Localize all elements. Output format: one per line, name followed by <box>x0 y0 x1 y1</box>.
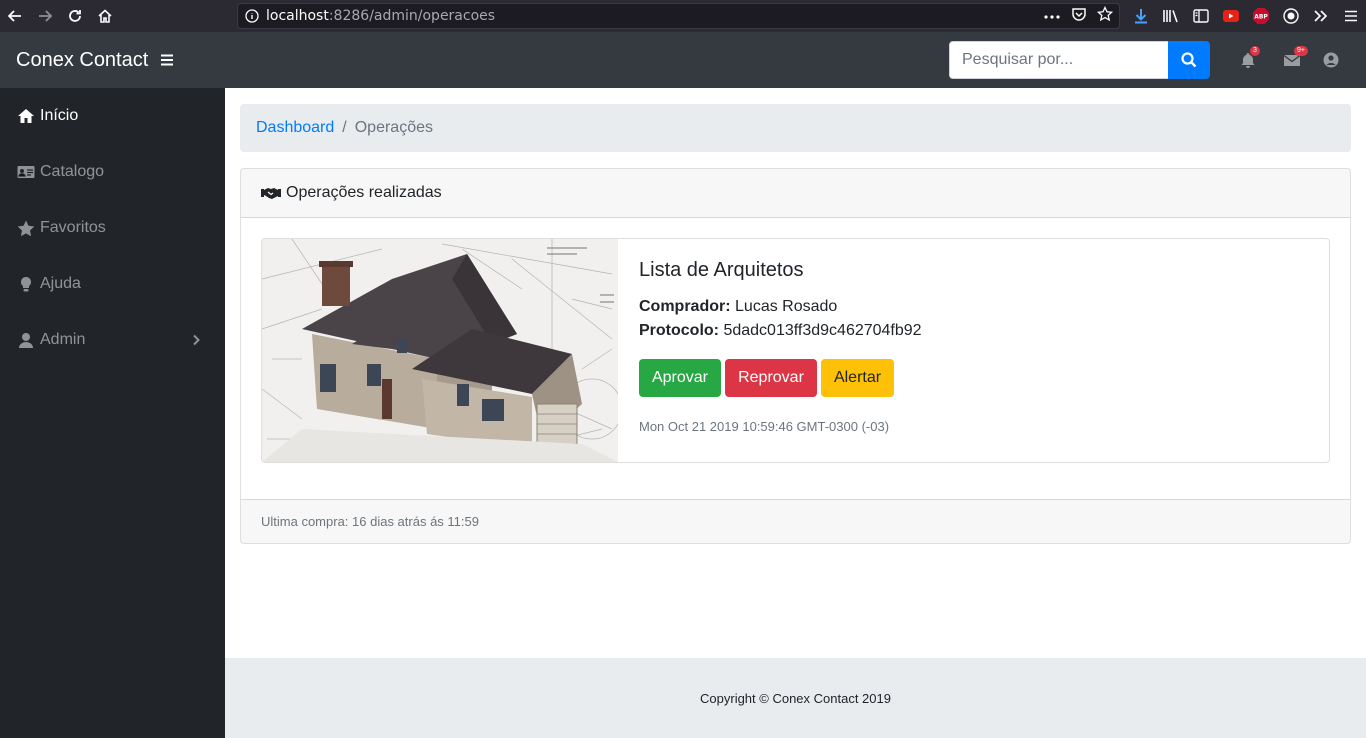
arrow-right-icon <box>39 10 53 22</box>
house-blueprint-image <box>262 239 618 462</box>
reload-icon <box>69 10 81 22</box>
search-button[interactable] <box>1168 41 1210 79</box>
reject-button[interactable]: Reprovar <box>725 359 817 397</box>
operation-timestamp: Mon Oct 21 2019 10:59:46 GMT-0300 (-03) <box>639 419 890 434</box>
home-icon <box>18 109 34 123</box>
app-navbar: Conex Contact 3 9+ <box>0 32 1366 88</box>
url-text: localhost:8286/admin/operacoes <box>266 8 495 24</box>
buyer-label: Comprador: <box>639 298 731 315</box>
sidebar-toggle-hamburger-icon[interactable] <box>160 53 174 67</box>
sidebar-toggle-icon[interactable] <box>1186 0 1216 32</box>
lightbulb-icon <box>21 276 31 291</box>
pocket-icon[interactable] <box>1071 6 1087 27</box>
buyer-value: Lucas Rosado <box>735 298 838 315</box>
star-icon <box>17 220 35 236</box>
arrow-left-icon <box>7 10 21 22</box>
brand-title[interactable]: Conex Contact <box>16 49 148 72</box>
url-host: localhost <box>266 8 329 24</box>
messages-badge: 9+ <box>1294 46 1308 56</box>
forward-button[interactable] <box>30 0 60 32</box>
copyright-text: Copyright © Conex Contact 2019 <box>700 690 891 706</box>
sidebar-item-ajuda[interactable]: Ajuda <box>0 256 225 312</box>
sidebar-item-admin[interactable]: Admin <box>0 312 225 368</box>
menu-hamburger-icon[interactable] <box>1336 0 1366 32</box>
breadcrumb-separator: / <box>342 119 347 136</box>
search-icon <box>1181 52 1197 68</box>
user-menu-button[interactable] <box>1322 51 1340 69</box>
chevron-right-icon <box>193 334 200 346</box>
item-title: Lista de Arquitetos <box>639 259 804 281</box>
card-header: Operações realizadas <box>241 169 1350 218</box>
library-icon[interactable] <box>1156 0 1186 32</box>
sidebar-item-catalogo[interactable]: Catalogo <box>0 144 225 200</box>
protocol-label: Protocolo: <box>639 322 719 339</box>
protocol-value: 5dadc013ff3d9c462704fb92 <box>723 322 922 339</box>
buyer-row: Comprador: Lucas Rosado <box>639 298 837 316</box>
handshake-icon <box>261 188 281 199</box>
breadcrumb: Dashboard / Operações <box>240 104 1351 152</box>
card-title: Operações realizadas <box>286 184 442 201</box>
breadcrumb-current: Operações <box>354 119 433 136</box>
breadcrumb-dashboard-link[interactable]: Dashboard <box>256 119 334 137</box>
overflow-chevrons-icon[interactable] <box>1306 0 1336 32</box>
operations-card: Operações realizadas Lista de Arquitetos… <box>240 168 1351 544</box>
browser-toolbar: localhost:8286/admin/operacoes ABP <box>0 0 1366 32</box>
sidebar-item-label: Catalogo <box>40 163 105 180</box>
account-extension-icon[interactable] <box>1276 0 1306 32</box>
sidebar-item-label: Admin <box>40 331 86 348</box>
downloads-icon[interactable] <box>1126 0 1156 32</box>
sidebar-item-favoritos[interactable]: Favoritos <box>0 200 225 256</box>
search-input[interactable] <box>949 41 1169 79</box>
notifications-badge: 3 <box>1250 46 1260 56</box>
youtube-extension-icon[interactable] <box>1216 0 1246 32</box>
adblock-plus-icon[interactable]: ABP <box>1246 0 1276 32</box>
alert-button[interactable]: Alertar <box>821 359 894 397</box>
url-path: :8286/admin/operacoes <box>328 8 496 24</box>
approve-button[interactable]: Aprovar <box>639 359 721 397</box>
sidebar-item-label: Favoritos <box>40 219 106 236</box>
sidebar-item-label: Início <box>40 107 79 124</box>
sidebar-item-inicio[interactable]: Início <box>0 88 225 144</box>
home-icon <box>98 9 112 23</box>
protocol-row: Protocolo: 5dadc013ff3d9c462704fb92 <box>639 322 922 340</box>
user-circle-icon <box>1323 52 1339 68</box>
operation-item: Lista de Arquitetos Comprador: Lucas Ros… <box>261 238 1330 463</box>
sidebar: Início Catalogo Favoritos Ajuda Admin <box>0 88 225 738</box>
back-button[interactable] <box>0 0 30 32</box>
page-footer: Copyright © Conex Contact 2019 <box>225 658 1366 738</box>
home-button[interactable] <box>90 0 120 32</box>
bookmark-star-icon[interactable] <box>1096 5 1114 27</box>
card-footer: Ultima compra: 16 dias atrás ás 11:59 <box>241 499 1350 543</box>
reload-button[interactable] <box>60 0 90 32</box>
more-actions-icon[interactable] <box>1043 7 1061 25</box>
svg-text:ABP: ABP <box>1254 14 1268 21</box>
id-card-icon <box>17 166 35 178</box>
sidebar-item-label: Ajuda <box>40 275 81 292</box>
site-info-icon[interactable] <box>238 9 266 23</box>
user-icon <box>19 332 33 348</box>
url-bar[interactable]: localhost:8286/admin/operacoes <box>237 3 1120 29</box>
